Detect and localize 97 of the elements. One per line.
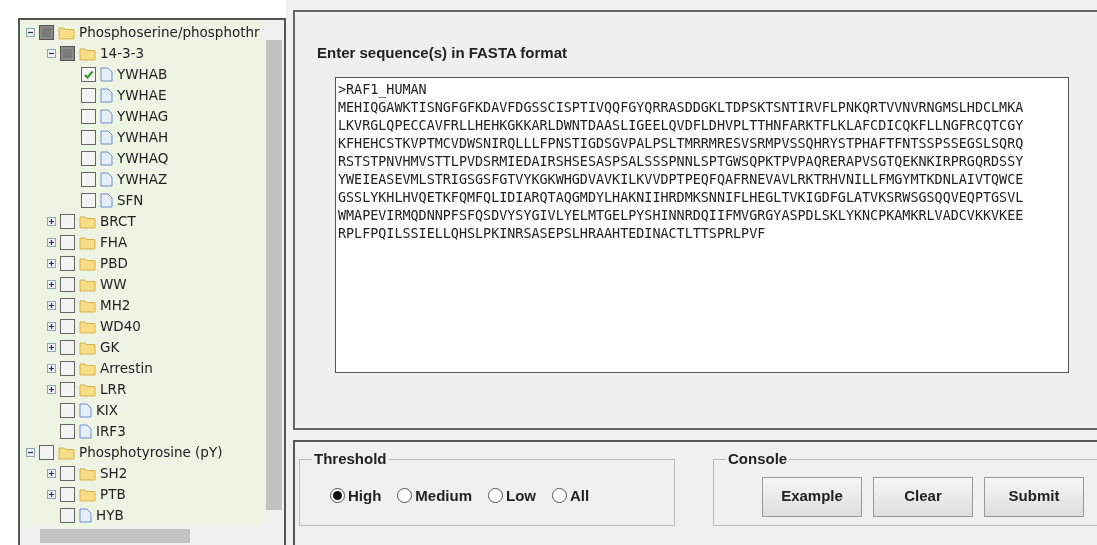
expand-icon[interactable]: [47, 343, 56, 352]
checkbox[interactable]: [81, 151, 96, 166]
checkbox[interactable]: [81, 109, 96, 124]
document-icon: [100, 130, 113, 145]
tree-item-label[interactable]: HYB: [96, 505, 124, 526]
folder-icon: [79, 214, 96, 229]
expand-icon[interactable]: [47, 490, 56, 499]
tree-item-label[interactable]: YWHAH: [117, 127, 169, 148]
document-icon: [100, 172, 113, 187]
folder-icon: [79, 361, 96, 376]
checkbox[interactable]: [81, 172, 96, 187]
folder-icon: [79, 466, 96, 481]
checkbox[interactable]: [60, 340, 75, 355]
expand-icon[interactable]: [47, 301, 56, 310]
tree-item-label[interactable]: KIX: [96, 400, 119, 421]
folder-icon: [79, 382, 96, 397]
expand-icon[interactable]: [47, 364, 56, 373]
folder-icon: [79, 256, 96, 271]
tree-item-label[interactable]: WD40: [100, 316, 141, 337]
checkbox[interactable]: [60, 298, 75, 313]
tree-item-label[interactable]: YWHAQ: [117, 148, 169, 169]
folder-icon: [79, 46, 96, 61]
folder-icon: [58, 25, 75, 40]
collapse-icon[interactable]: [26, 448, 35, 457]
tree-item-label[interactable]: LRR: [100, 379, 127, 400]
tree-item-label[interactable]: Phosphoserine/phosphothr: [79, 22, 260, 43]
tree-item-label[interactable]: PTB: [100, 484, 126, 505]
vertical-scrollbar[interactable]: [264, 20, 284, 527]
folder-icon: [58, 445, 75, 460]
checkbox[interactable]: [81, 130, 96, 145]
console-button[interactable]: Clear: [873, 476, 973, 517]
tree-item-label[interactable]: IRF3: [96, 421, 126, 442]
expand-icon[interactable]: [47, 385, 56, 394]
folder-icon: [79, 319, 96, 334]
checkbox[interactable]: [60, 277, 75, 292]
tree-item-label[interactable]: YWHAZ: [117, 169, 168, 190]
checkbox[interactable]: [39, 445, 54, 460]
checkbox[interactable]: [60, 403, 75, 418]
expand-icon[interactable]: [47, 280, 56, 289]
checkbox[interactable]: [60, 319, 75, 334]
checkbox[interactable]: [60, 424, 75, 439]
checkbox[interactable]: [81, 88, 96, 103]
document-icon: [79, 424, 92, 439]
document-icon: [100, 88, 113, 103]
console-button[interactable]: Submit: [984, 476, 1084, 517]
tree-item-label[interactable]: PBD: [100, 253, 128, 274]
tree-item-label[interactable]: YWHAB: [117, 64, 168, 85]
tree-item-label[interactable]: Arrestin: [100, 358, 153, 379]
folder-icon: [79, 277, 96, 292]
console-button[interactable]: Example: [762, 476, 862, 517]
expand-icon[interactable]: [47, 322, 56, 331]
expand-icon[interactable]: [47, 469, 56, 478]
radio-option[interactable]: All: [552, 484, 590, 507]
sequence-label: Enter sequence(s) in FASTA format: [317, 43, 569, 63]
tree-item-label[interactable]: Phosphotyrosine (pY): [79, 442, 223, 463]
checkbox[interactable]: [60, 361, 75, 376]
folder-icon: [79, 298, 96, 313]
document-icon: [100, 193, 113, 208]
radio-option[interactable]: Low: [488, 484, 536, 507]
tree-item-label[interactable]: MH2: [100, 295, 131, 316]
sequence-field[interactable]: >RAF1_HUMAN MEHIQGAWKTISNGFGFKDAVFDGSSCISPTIVQQFGYQRRASDDGKLTDPSKTSNTIRVFLPNKQRTVVNVRNGMSLHDCLMKA LKVRGLQPECCAVFRLLHEHKGKKARLDWNTDAASLIGEELQVDFLDHVPLTTHNFARKTFLKLAFCDICQKFLLNGFRCQTCGY KFHEHCSTKVPTMCVDWSNIRQLLLFPNSTIGDSGVPALPSLTMRRMRESVSRMPVSSQHRYSTPHAFTFNTSSPSSEGSLSQRQ RSTSTPNVHMVSTTLPVDSRMIEDAIRSHSESASPSALSSSPNNLSPTGWSQPKTPVPAQRERAPVSGTQEKNKIRPRGQRDSSY YWEIEASEVMLSTRIGSGSFGTVYKGKWHGDVAVKILKVVDPTPEQFQAFRNEVAVLRKTRHVNILLFMGYMTKDNLAIVTQWCE GSSLYKHLHVQETKFQMFQLIDIARQTAQGMDYLHAKNIIHRDMKSNNIFLHEGLTVKIGDFGLATVKSRWSGSQQVEQPTGSVL WMAPEVIRMQDNNPFSFQSDVYSYGIVLYELMTGELPYSHINNRDQIIFMVGRGYASPDLSKLYKNCPKAMKRLVADCVKKVKEE RPLFPQILSSIELLQHSLPKINRSASEPSLHRAAHTEDINACTLTTSPRLPVF: [335, 76, 1069, 373]
tree-item-label[interactable]: 14-3-3: [100, 43, 145, 64]
checkbox[interactable]: [60, 235, 75, 250]
checkbox[interactable]: [60, 214, 75, 229]
expand-icon[interactable]: [47, 259, 56, 268]
folder-icon: [79, 487, 96, 502]
expand-icon[interactable]: [47, 238, 56, 247]
folder-icon: [79, 340, 96, 355]
tree-item-label[interactable]: BRCT: [100, 211, 136, 232]
tree-item-label[interactable]: SFN: [117, 190, 144, 211]
checkbox[interactable]: [60, 466, 75, 481]
document-icon: [100, 67, 113, 82]
tree-item-label[interactable]: YWHAE: [117, 85, 167, 106]
checkbox[interactable]: [60, 382, 75, 397]
tree-item-label[interactable]: YWHAG: [117, 106, 169, 127]
document-icon: [100, 151, 113, 166]
document-icon: [79, 508, 92, 523]
document-icon: [100, 109, 113, 124]
collapse-icon[interactable]: [47, 49, 56, 58]
group-legend: Console: [726, 448, 790, 471]
tree-item-label[interactable]: SH2: [100, 463, 128, 484]
group-legend: Threshold: [312, 448, 389, 471]
checkbox[interactable]: [60, 256, 75, 271]
document-icon: [79, 403, 92, 418]
tree-item-label[interactable]: GK: [100, 337, 120, 358]
tree-item-label[interactable]: WW: [100, 274, 127, 295]
folder-icon: [79, 235, 96, 250]
checkbox[interactable]: [81, 193, 96, 208]
radio-option[interactable]: Medium: [397, 484, 472, 507]
collapse-icon[interactable]: [26, 28, 35, 37]
horizontal-scrollbar[interactable]: [20, 527, 284, 545]
checkbox[interactable]: [60, 487, 75, 502]
checkbox[interactable]: [81, 67, 96, 82]
checkbox[interactable]: [60, 508, 75, 523]
tree-item-label[interactable]: FHA: [100, 232, 128, 253]
radio-option[interactable]: High: [330, 484, 382, 507]
expand-icon[interactable]: [47, 217, 56, 226]
